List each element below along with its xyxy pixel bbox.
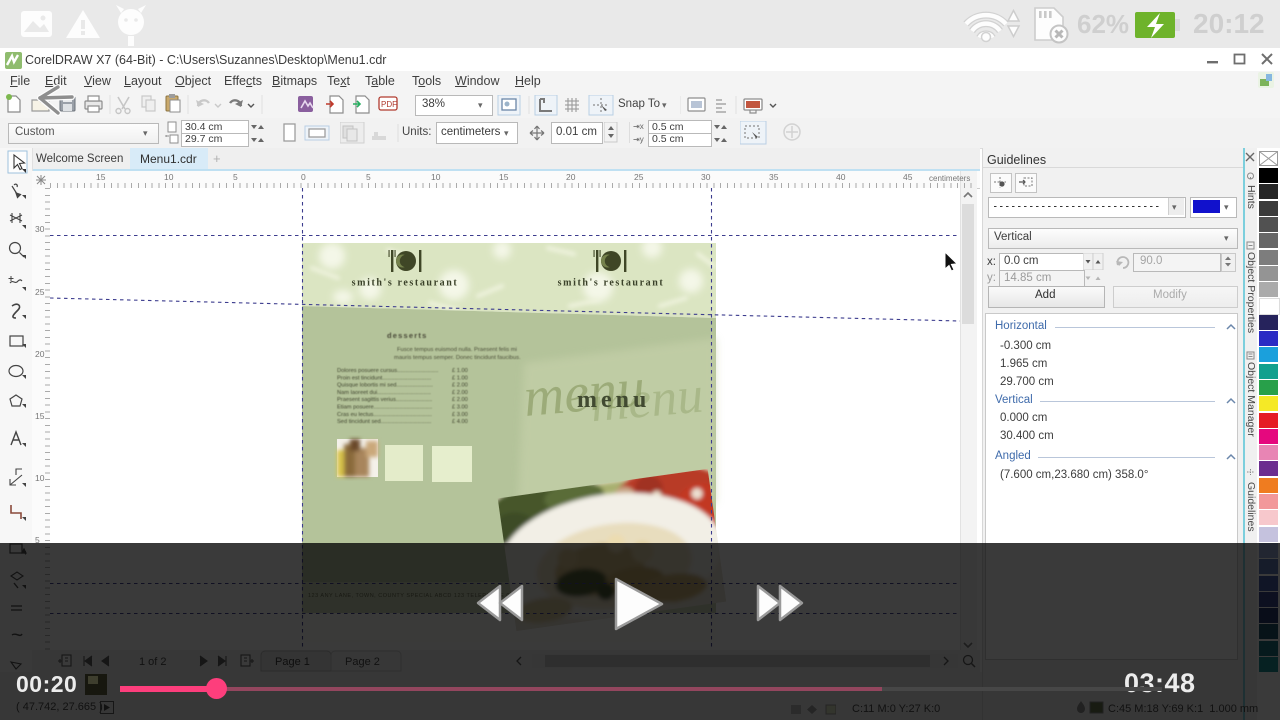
svg-text:Fusce tempus euismod nulla. Pr: Fusce tempus euismod nulla. Praesent fel… bbox=[397, 347, 517, 353]
svg-text:£ 2.00: £ 2.00 bbox=[452, 397, 468, 403]
svg-text:Dolores posuere cursus........: Dolores posuere cursus..................… bbox=[337, 368, 439, 374]
svg-text:£ 2.00: £ 2.00 bbox=[452, 383, 468, 389]
svg-text:Sed tincidunt sed.............: Sed tincidunt sed.......................… bbox=[337, 419, 432, 425]
svg-text:desserts: desserts bbox=[387, 331, 427, 340]
svg-text:£ 4.00: £ 4.00 bbox=[452, 419, 468, 425]
svg-text:£ 1.00: £ 1.00 bbox=[452, 368, 468, 374]
svg-text:Cras eu lectus................: Cras eu lectus..........................… bbox=[337, 412, 432, 418]
svg-text:Etiam posuere.................: Etiam posuere...........................… bbox=[337, 405, 433, 411]
svg-text:PDF: PDF bbox=[381, 100, 397, 109]
svg-text:£ 3.00: £ 3.00 bbox=[452, 405, 468, 411]
svg-text:⇥x: ⇥x bbox=[633, 122, 644, 131]
svg-text:£ 2.00: £ 2.00 bbox=[452, 390, 468, 396]
svg-text:Quisque lobortis mi sed.......: Quisque lobortis mi sed.................… bbox=[337, 383, 433, 389]
svg-text:smith's restaurant: smith's restaurant bbox=[352, 278, 459, 289]
svg-text:£ 3.00: £ 3.00 bbox=[452, 412, 468, 418]
svg-text:smith's restaurant: smith's restaurant bbox=[558, 278, 665, 289]
svg-text:⇥y: ⇥y bbox=[633, 135, 644, 144]
svg-text:£ 1.00: £ 1.00 bbox=[452, 375, 468, 381]
svg-text:Nam laoreet dui...............: Nam laoreet dui.........................… bbox=[337, 390, 431, 396]
svg-text:menu: menu bbox=[577, 387, 650, 413]
svg-text:mauris tempus semper. Donec ti: mauris tempus semper. Donec tincidunt fa… bbox=[394, 355, 521, 361]
svg-text:Proin est tincidunt...........: Proin est tincidunt.....................… bbox=[337, 375, 432, 381]
svg-text:Praesent sagittis verius......: Praesent sagittis verius................… bbox=[337, 397, 433, 403]
